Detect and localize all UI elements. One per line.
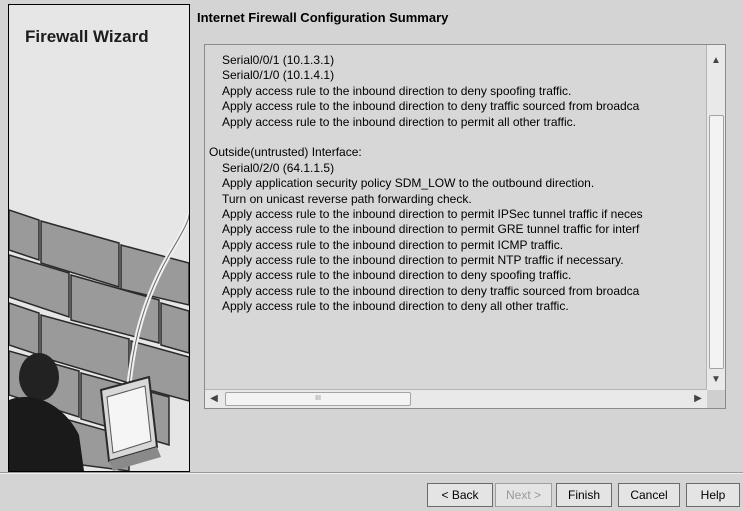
summary-panel[interactable]: Serial0/0/1 (10.1.3.1) Serial0/1/0 (10.1.… [204,44,726,409]
summary-line: Apply access rule to the inbound directi… [222,237,564,252]
summary-line: Apply access rule to the inbound directi… [222,299,569,314]
summary-line: Apply access rule to the inbound directi… [222,206,643,221]
summary-text-area: Serial0/0/1 (10.1.3.1) Serial0/1/0 (10.1.… [205,45,705,398]
summary-line: Serial0/0/1 (10.1.3.1) [222,53,335,67]
scroll-up-icon[interactable]: ▲ [708,53,724,69]
summary-line [205,130,705,145]
wizard-side-panel: Firewall Wizard [8,4,190,472]
cancel-button[interactable]: Cancel [618,483,680,507]
horizontal-scrollbar[interactable]: ◀ III ▶ [205,389,707,408]
footer-divider-highlight [0,473,743,474]
wizard-illustration [9,5,189,471]
summary-line: Apply access rule to the inbound directi… [222,222,640,237]
next-button[interactable]: Next > [495,483,552,507]
summary-line: Turn on unicast reverse path forwarding … [222,191,472,206]
summary-line: Apply access rule to the inbound directi… [222,114,576,129]
scroll-corner [707,390,725,408]
help-button[interactable]: Help [686,483,740,507]
wizard-title: Firewall Wizard [25,27,149,46]
back-button[interactable]: < Back [427,483,493,507]
scroll-down-icon[interactable]: ▼ [708,372,724,388]
scroll-left-icon[interactable]: ◀ [206,391,222,407]
summary-line: Apply access rule to the inbound directi… [222,283,640,298]
finish-button[interactable]: Finish [556,483,612,507]
summary-line: Apply access rule to the inbound directi… [222,83,572,98]
summary-line: Apply access rule to the inbound directi… [222,268,572,283]
summary-line: Outside(untrusted) Interface: [209,145,362,160]
summary-line: Apply access rule to the inbound directi… [222,99,640,114]
vertical-scrollbar[interactable]: ▲ ▼ [706,45,725,390]
summary-line: Apply access rule to the inbound directi… [222,253,624,268]
vertical-scroll-thumb[interactable] [709,115,724,369]
page-title: Internet Firewall Configuration Summary [197,10,449,25]
horizontal-scroll-thumb[interactable]: III [225,392,411,406]
scroll-right-icon[interactable]: ▶ [690,391,706,407]
summary-line: Serial0/1/0 (10.1.4.1) [222,68,335,83]
summary-line: Apply application security policy SDM_LO… [222,176,595,191]
summary-line: Serial0/2/0 (64.1.1.5) [222,160,335,175]
